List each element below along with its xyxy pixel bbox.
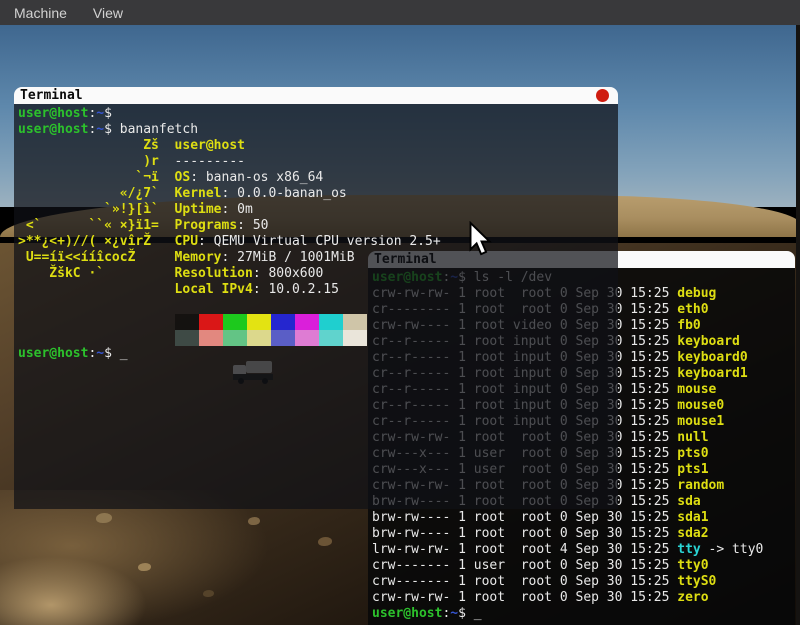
palette-color-block <box>295 314 319 330</box>
palette-color-block <box>343 314 367 330</box>
palette-color-block <box>271 330 295 346</box>
vm-menubar: Machine View <box>0 0 800 25</box>
palette-color-block <box>223 314 247 330</box>
terminal-line: )r --------- <box>18 154 618 170</box>
terminal-line: user@host:~$ _ <box>372 606 795 622</box>
palette-color-block <box>199 330 223 346</box>
terminal-line: crw-rw-rw- 1 root root 0 Sep 30 15:25 ze… <box>372 590 795 606</box>
terminal-line: >**¿<+)//( ×¿vîrŽ CPU: QEMU Virtual CPU … <box>18 234 618 250</box>
palette-color-block <box>223 330 247 346</box>
palette-color-block <box>319 330 343 346</box>
wallpaper-rock <box>96 513 112 523</box>
menu-machine[interactable]: Machine <box>14 5 67 21</box>
wallpaper-rock <box>318 537 332 546</box>
palette-color-block <box>271 314 295 330</box>
terminal-window-bananfetch[interactable]: Terminal user@host:~$user@host:~$ bananf… <box>14 87 618 509</box>
terminal-line: brw-rw---- 1 root root 0 Sep 30 15:25 sd… <box>372 510 795 526</box>
palette-color-block <box>247 314 271 330</box>
wallpaper-rock <box>248 517 260 525</box>
palette-color-block <box>199 314 223 330</box>
menu-view[interactable]: View <box>93 5 123 21</box>
terminal-line: Local IPv4: 10.0.2.15 <box>18 282 618 298</box>
terminal-line: ŽškC ·` Resolution: 800x600 <box>18 266 618 282</box>
wallpaper-rock <box>138 563 151 571</box>
palette-color-block <box>343 330 367 346</box>
terminal-line: crw------- 1 root root 0 Sep 30 15:25 tt… <box>372 574 795 590</box>
terminal1-title: Terminal <box>14 87 83 104</box>
terminal-line: brw-rw---- 1 root root 0 Sep 30 15:25 sd… <box>372 526 795 542</box>
terminal-line: «/¿7` Kernel: 0.0.0-banan_os <box>18 186 618 202</box>
terminal-color-palette-row <box>18 314 618 330</box>
terminal1-titlebar[interactable]: Terminal <box>14 87 618 104</box>
terminal-line <box>18 298 618 314</box>
terminal-line: user@host:~$ bananfetch <box>18 122 618 138</box>
terminal-line: `»!}[ì` Uptime: 0m <box>18 202 618 218</box>
terminal-line: crw------- 1 user root 0 Sep 30 15:25 tt… <box>372 558 795 574</box>
terminal-line: U==íï<<ííîcocŽ Memory: 27MiB / 1001MiB <box>18 250 618 266</box>
terminal-line: user@host:~$ _ <box>18 346 618 362</box>
terminal-line: `¬ï OS: banan-os x86_64 <box>18 170 618 186</box>
terminal-line: lrw-rw-rw- 1 root root 4 Sep 30 15:25 tt… <box>372 542 795 558</box>
palette-color-block <box>175 314 199 330</box>
terminal-line: user@host:~$ <box>18 106 618 122</box>
terminal-line: <` ``« ×}ï1= Programs: 50 <box>18 218 618 234</box>
wallpaper-rock <box>203 590 214 597</box>
wallpaper-sand-patch <box>0 555 150 625</box>
palette-color-block <box>295 330 319 346</box>
palette-color-block <box>247 330 271 346</box>
mouse-pointer-icon <box>468 221 492 261</box>
terminal1-content[interactable]: user@host:~$user@host:~$ bananfetch Zš u… <box>14 104 618 509</box>
close-button-icon[interactable] <box>596 89 609 102</box>
wallpaper-right-edge <box>796 25 800 625</box>
palette-color-block <box>175 330 199 346</box>
palette-color-block <box>319 314 343 330</box>
terminal-line: Zš user@host <box>18 138 618 154</box>
vm-screen: Machine View Terminal user@host:~$ ls -l… <box>0 0 800 625</box>
terminal-color-palette-row <box>18 330 618 346</box>
